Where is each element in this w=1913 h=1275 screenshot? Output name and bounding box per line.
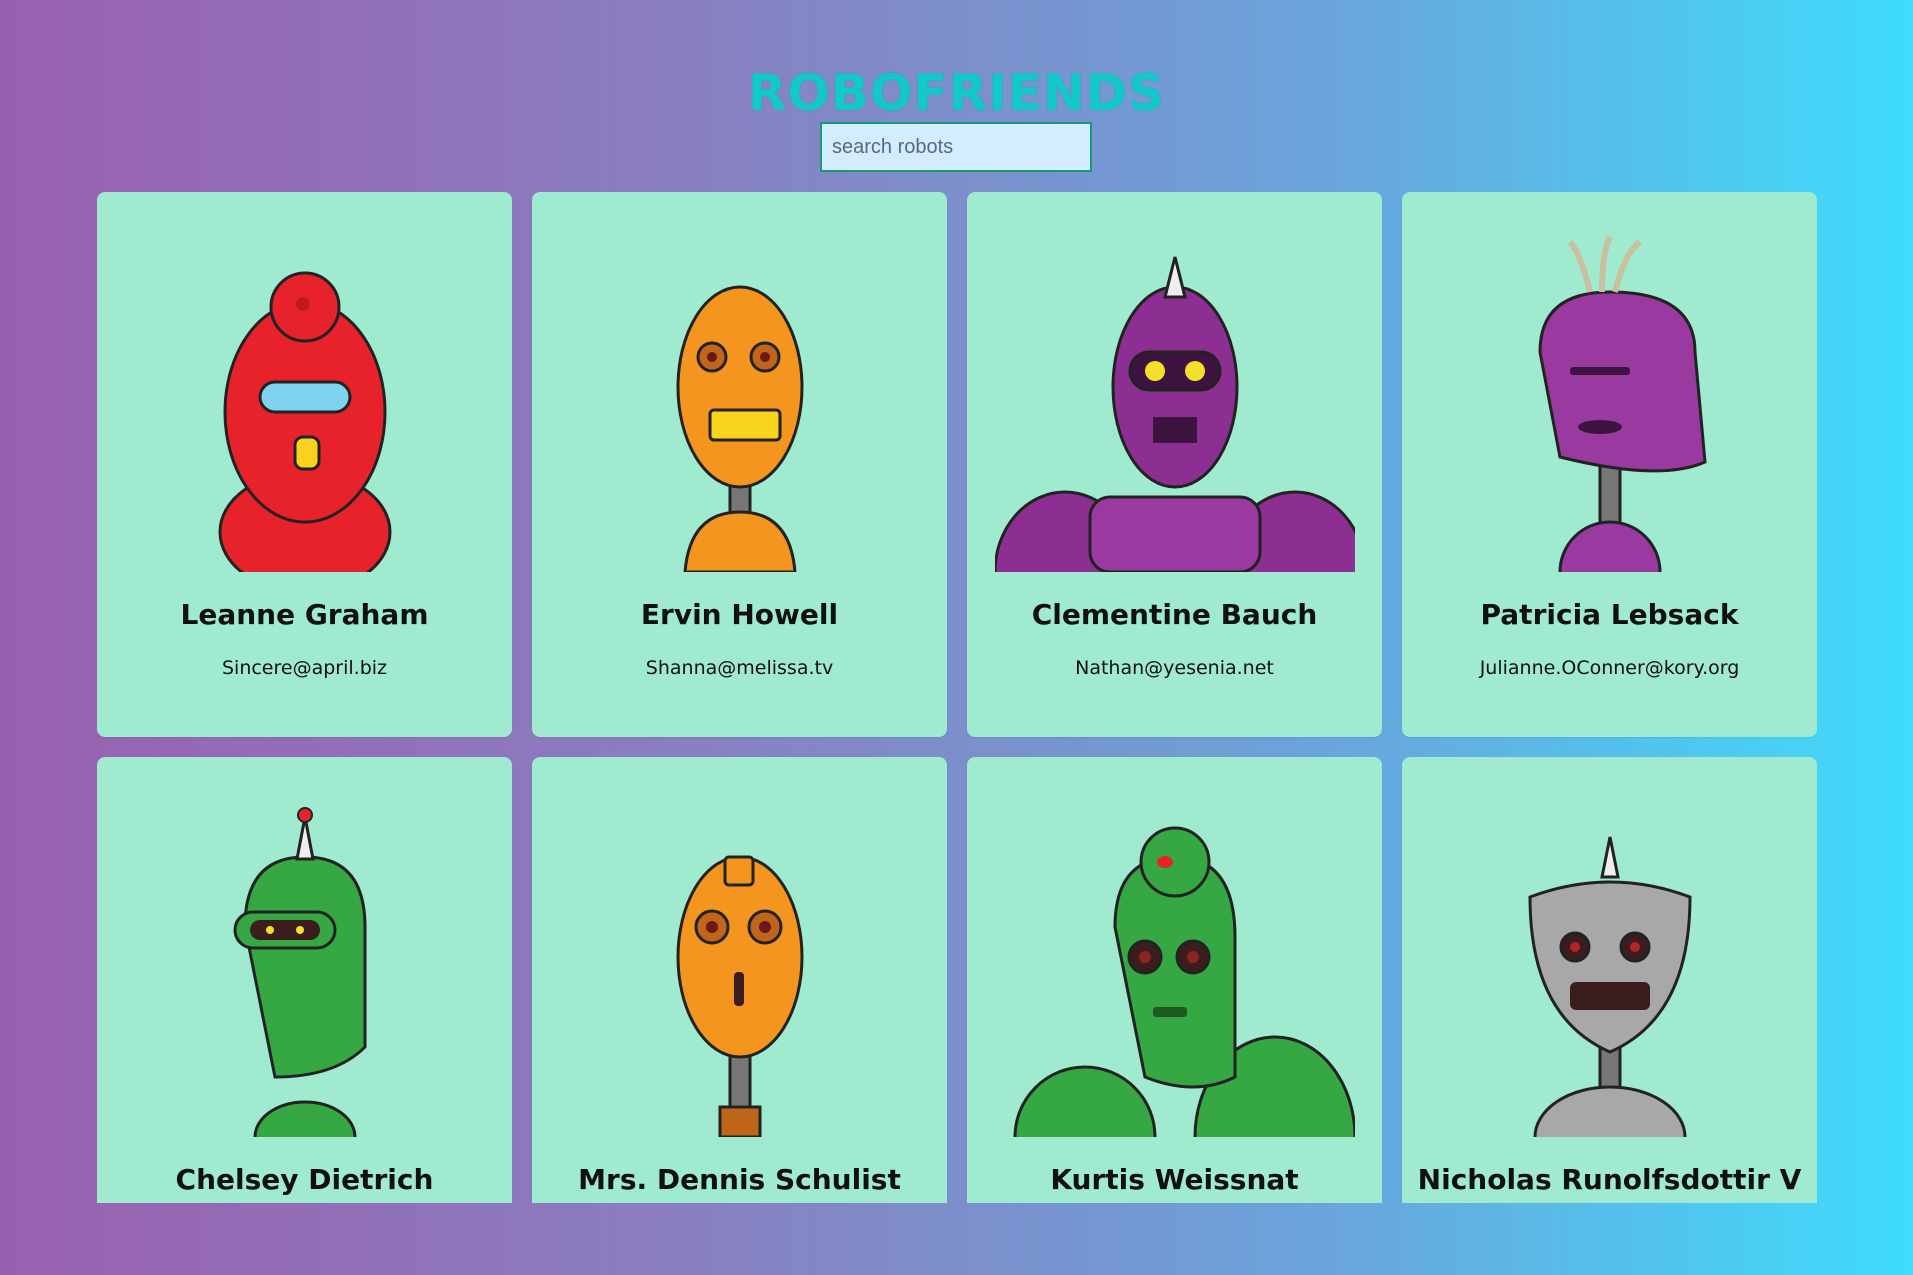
robot-email: Nathan@yesenia.net — [1075, 657, 1274, 679]
robot-card[interactable]: Mrs. Dennis Schulist — [532, 757, 947, 1203]
robot-email: Shanna@melissa.tv — [645, 657, 834, 679]
robot-card[interactable]: Kurtis Weissnat — [967, 757, 1382, 1203]
card-list: Leanne Graham Sincere@april.biz Ervin Ho… — [97, 192, 1817, 1203]
robot-name: Leanne Graham — [180, 598, 429, 631]
robot-card[interactable]: Ervin Howell Shanna@melissa.tv — [532, 192, 947, 737]
robot-avatar — [676, 855, 803, 1137]
robot-avatar — [1013, 826, 1355, 1137]
robot-card[interactable]: Nicholas Runolfsdottir V — [1402, 757, 1817, 1203]
robot-card[interactable]: Patricia Lebsack Julianne.OConner@kory.o… — [1402, 192, 1817, 737]
robot-avatar — [676, 285, 803, 572]
robot-name: Patricia Lebsack — [1480, 598, 1739, 631]
robot-email: Sincere@april.biz — [221, 657, 388, 679]
robot-name: Clementine Bauch — [1031, 598, 1318, 631]
robot-avatar — [1527, 836, 1692, 1137]
search-input[interactable] — [820, 122, 1092, 172]
app-title: ROBOFRIENDS — [747, 63, 1166, 122]
robot-name: Mrs. Dennis Schulist — [578, 1163, 901, 1196]
robot-avatar — [233, 807, 366, 1137]
robot-avatar — [218, 271, 391, 572]
card-list-viewport[interactable]: Leanne Graham Sincere@april.biz Ervin Ho… — [97, 192, 1817, 1203]
robot-card[interactable]: Chelsey Dietrich — [97, 757, 512, 1203]
robot-avatar — [1537, 235, 1707, 572]
robot-card[interactable]: Leanne Graham Sincere@april.biz — [97, 192, 512, 737]
robot-email: Julianne.OConner@kory.org — [1479, 657, 1740, 679]
robot-name: Chelsey Dietrich — [175, 1163, 434, 1196]
robot-name: Nicholas Runolfsdottir V — [1417, 1163, 1802, 1196]
robot-name: Ervin Howell — [640, 598, 839, 631]
robot-avatar — [994, 256, 1355, 572]
robot-card[interactable]: Clementine Bauch Nathan@yesenia.net — [967, 192, 1382, 737]
robot-name: Kurtis Weissnat — [1050, 1163, 1299, 1196]
